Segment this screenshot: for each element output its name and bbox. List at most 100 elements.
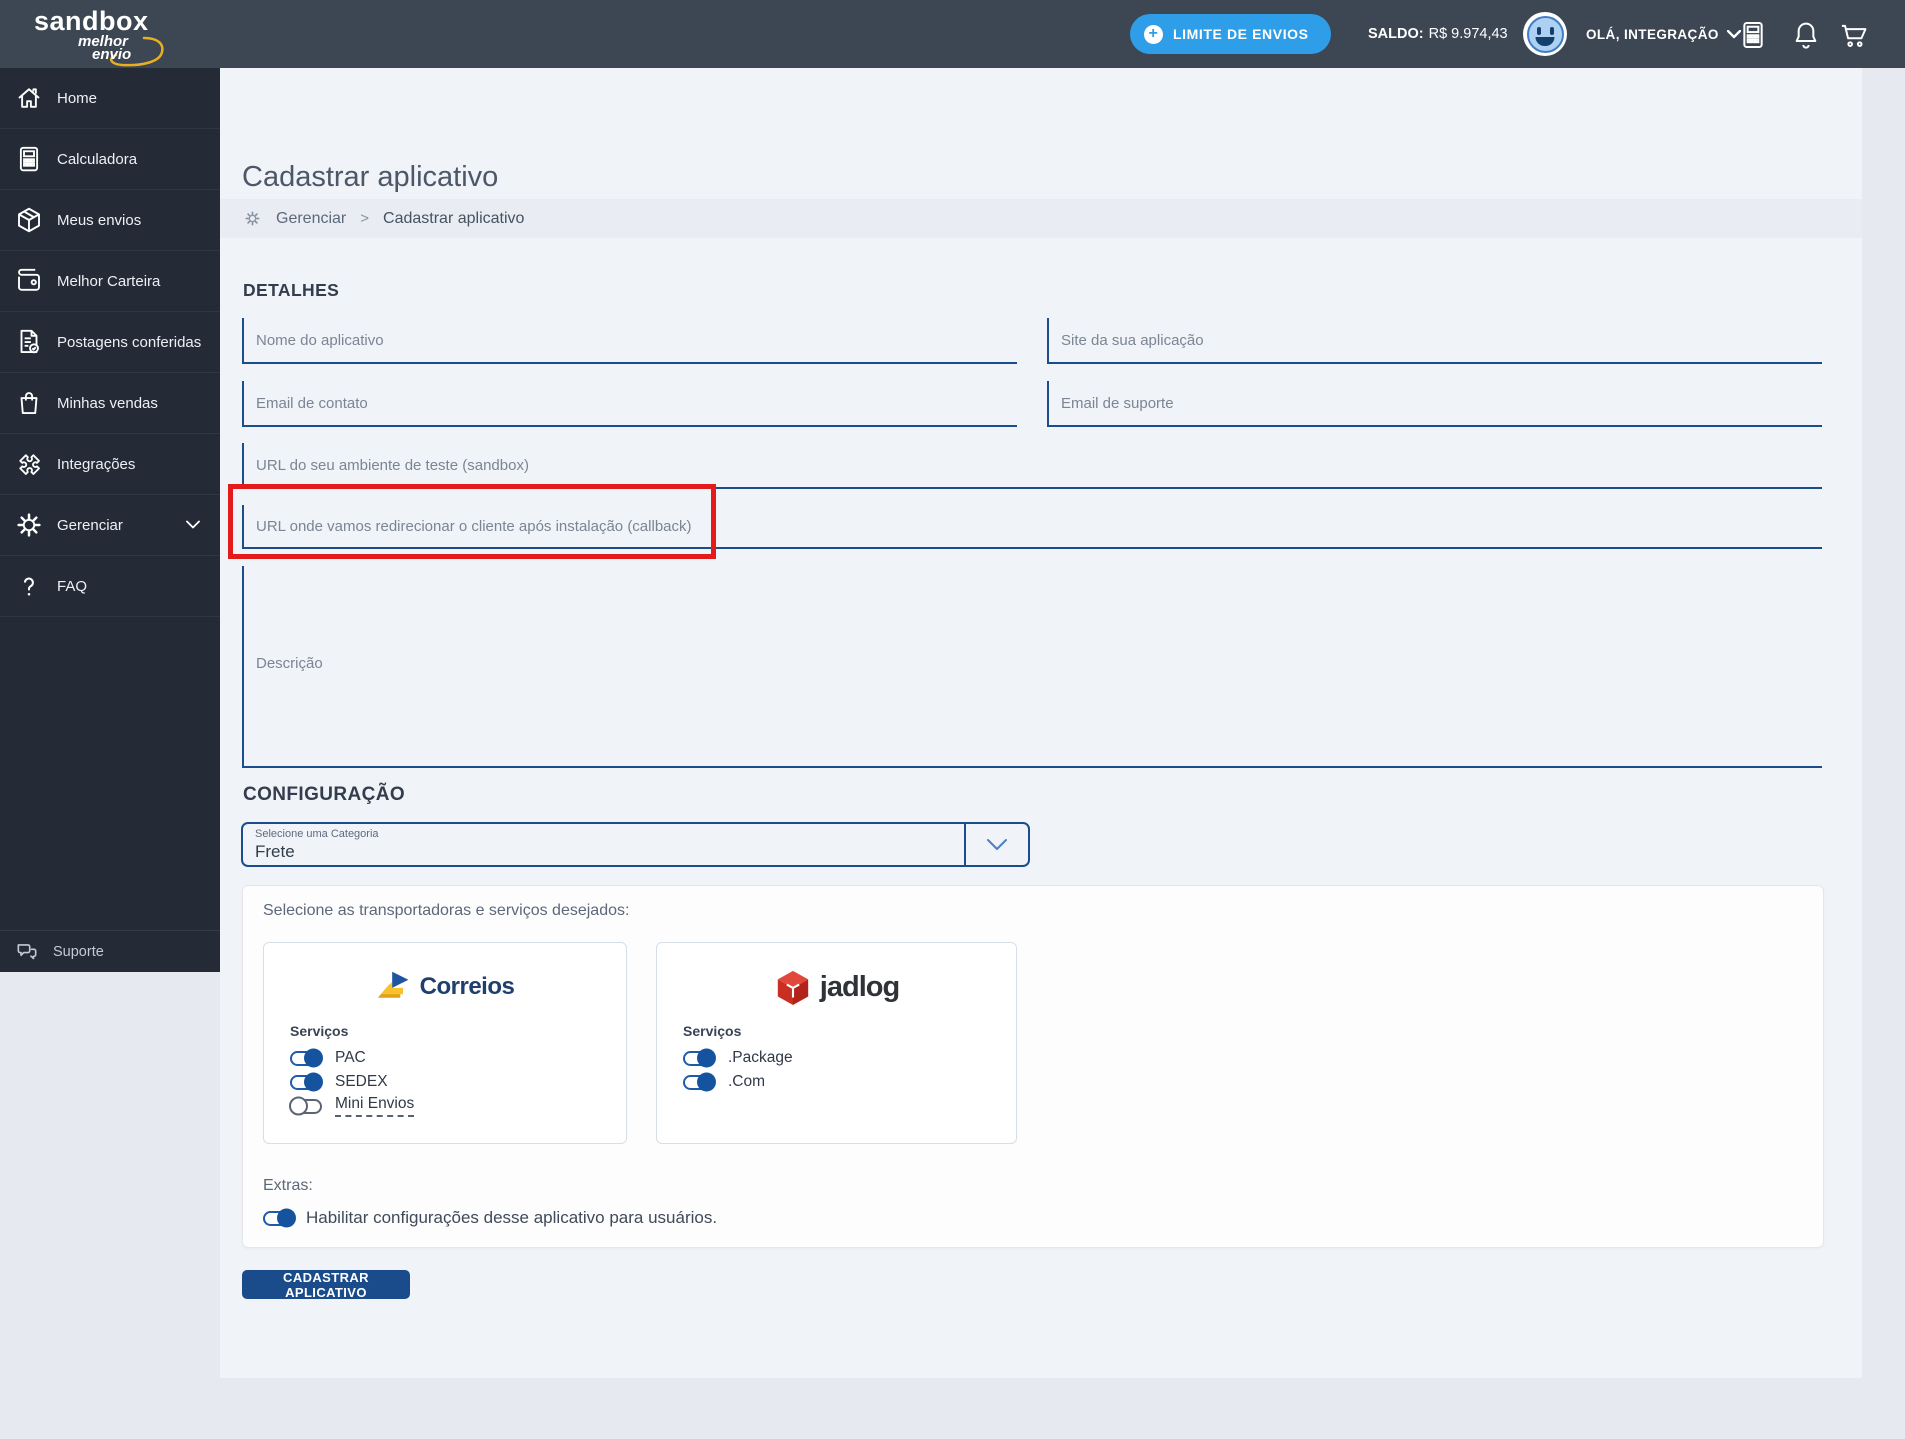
sidebar-item-label: FAQ [57,577,88,595]
extras-row: Habilitar configurações desse aplicativo… [263,1208,717,1228]
details-heading: DETALHES [243,280,340,300]
service-row: PAC [290,1046,626,1070]
brand-logo[interactable]: sandbox melhor envio [34,6,194,67]
services-heading: Serviços [683,1023,742,1039]
sidebar-item-label: Suporte [53,943,104,960]
callback-url-field[interactable] [242,505,1822,549]
wallet-icon [14,266,44,296]
chat-bubbles-icon [14,939,40,965]
user-avatar[interactable] [1523,12,1567,56]
service-label: SEDEX [335,1073,388,1090]
pac-toggle[interactable] [290,1048,323,1068]
mini-envios-toggle[interactable] [289,1096,322,1116]
contact-email-field[interactable] [242,381,1017,427]
sedex-toggle[interactable] [290,1072,323,1092]
config-heading: CONFIGURAÇÃO [243,784,406,805]
register-app-button[interactable]: CADASTRAR APLICATIVO [242,1270,410,1300]
sidebar-item-suporte[interactable]: Suporte [0,930,220,972]
balance-value: R$ 9.974,43 [1428,26,1508,42]
top-header: sandbox melhor envio + LIMITE DE ENVIOS … [0,0,1905,68]
jadlog-logo: jadlog [657,943,1016,1023]
sidebar-item-label: Postagens conferidas [57,333,202,351]
calculator-icon[interactable] [1737,19,1769,51]
breadcrumb: Gerenciar > Cadastrar aplicativo [220,199,1862,238]
limit-envios-label: LIMITE DE ENVIOS [1173,26,1309,42]
avatar-face-icon [1526,15,1564,53]
chevron-down-icon [186,520,200,530]
breadcrumb-separator: > [360,210,370,227]
category-select[interactable]: Selecione uma Categoria Frete [241,822,1030,867]
sidebar-item-label: Gerenciar [57,516,123,534]
support-email-field[interactable] [1047,381,1822,427]
puzzle-icon [14,449,44,479]
sidebar-item-label: Calculadora [57,150,138,168]
sidebar-item-meus-envios[interactable]: Meus envios [0,190,220,251]
sidebar-item-label: Melhor Carteira [57,272,161,290]
plus-circle-icon: + [1144,24,1163,44]
breadcrumb-current: Cadastrar aplicativo [383,209,525,227]
app-name-field[interactable] [242,318,1017,364]
main-content: Cadastrar aplicativo Gerenciar > Cadastr… [220,68,1862,1378]
sidebar-nav: Home Calculadora Meus envios Melhor Cart… [0,68,220,972]
app-window: sandbox melhor envio + LIMITE DE ENVIOS … [0,0,1905,1439]
brand-envio-text: envio [92,46,132,63]
gear-icon [14,510,44,540]
greeting-text: OLÁ, INTEGRAÇÃO [1586,26,1719,42]
correios-wordmark: Correios [419,973,515,1000]
services-heading: Serviços [290,1023,349,1039]
correios-logo: Correios [264,943,626,1023]
description-field[interactable] [242,566,1822,768]
sidebar-item-label: Integrações [57,455,136,473]
correios-mark-icon [377,971,409,998]
balance-display: SALDO: R$ 9.974,43 [1368,0,1508,68]
page-title: Cadastrar aplicativo [242,161,499,193]
sidebar-item-melhor-carteira[interactable]: Melhor Carteira [0,251,220,312]
document-check-icon [14,327,44,357]
calculator-icon [14,144,44,174]
category-select-label: Selecione uma Categoria [255,828,379,840]
sidebar-item-integracoes[interactable]: Integrações [0,434,220,495]
carrier-card-jadlog: jadlog Serviços .Package .Com [656,942,1017,1144]
sidebar-item-label: Home [57,89,98,107]
bell-icon[interactable] [1790,19,1822,51]
site-field[interactable] [1047,318,1822,364]
service-label: PAC [335,1049,366,1066]
sidebar-item-minhas-vendas[interactable]: Minhas vendas [0,373,220,434]
service-label[interactable]: Mini Envios [335,1095,415,1117]
category-select-value: Frete [255,842,295,861]
extras-label: Extras: [263,1177,313,1194]
chevron-down-icon [964,824,1028,865]
sidebar-item-calculadora[interactable]: Calculadora [0,129,220,190]
package-icon [14,205,44,235]
sidebar-item-gerenciar[interactable]: Gerenciar [0,495,220,556]
carrier-card-correios: Correios Serviços PAC SEDEX Mini Envios [263,942,627,1144]
service-row: SEDEX [290,1070,626,1094]
limit-envios-button[interactable]: + LIMITE DE ENVIOS [1130,14,1331,54]
sidebar-item-label: Meus envios [57,211,142,229]
carriers-intro-text: Selecione as transportadoras e serviços … [263,902,630,919]
question-icon [14,571,44,601]
sandbox-url-field[interactable] [242,443,1822,489]
service-label: .Package [728,1049,793,1066]
sidebar-item-home[interactable]: Home [0,68,220,129]
jadlog-cube-icon [777,970,808,1006]
service-row: .Package [683,1046,1016,1070]
user-menu[interactable]: OLÁ, INTEGRAÇÃO [1586,0,1741,68]
cart-icon[interactable] [1838,19,1870,51]
extras-toggle-label: Habilitar configurações desse aplicativo… [306,1208,718,1227]
sidebar-item-label: Minhas vendas [57,394,158,412]
jadlog-wordmark: jadlog [819,970,900,1003]
com-toggle[interactable] [683,1072,716,1092]
sidebar-item-faq[interactable]: FAQ [0,556,220,617]
service-row: .Com [683,1070,1016,1094]
extras-toggle[interactable] [263,1208,296,1228]
service-row: Mini Envios [289,1094,626,1118]
service-label: .Com [728,1073,766,1090]
home-icon [14,83,44,113]
balance-label: SALDO: [1368,26,1424,42]
package-toggle[interactable] [683,1048,716,1068]
breadcrumb-parent[interactable]: Gerenciar [276,210,346,228]
sidebar-item-postagens-conferidas[interactable]: Postagens conferidas [0,312,220,373]
gear-icon [243,209,262,228]
shopping-bag-icon [14,388,44,418]
